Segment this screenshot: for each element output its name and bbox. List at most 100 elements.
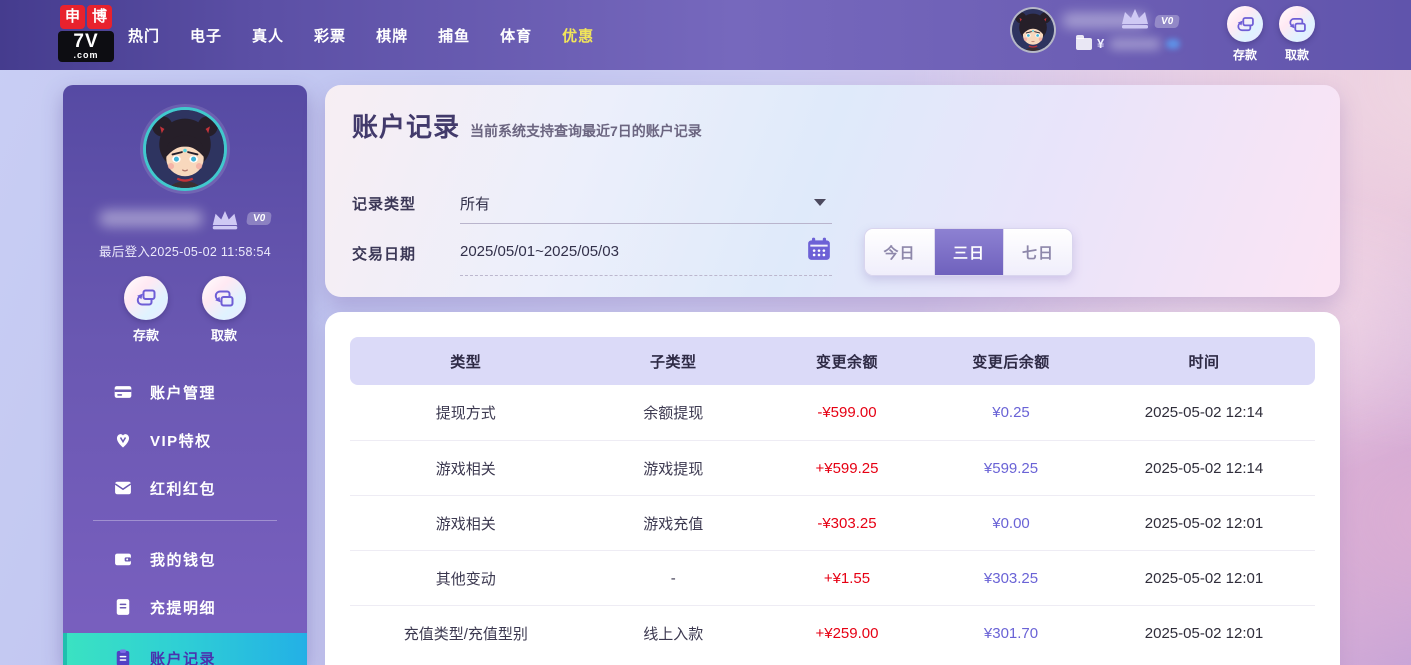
statement-icon [113, 597, 133, 617]
cell-subtype: 线上入款 [582, 623, 765, 644]
sidebar: V0 最后登入2025-05-02 11:58:54 存款 取款 账户管理 [63, 85, 307, 665]
logo-char-1: 申 [60, 5, 85, 29]
sidebar-item-account-management[interactable]: 账户管理 [63, 368, 307, 416]
cell-after: ¥599.25 [929, 460, 1093, 477]
cell-after: ¥303.25 [929, 570, 1093, 587]
nav-item-live[interactable]: 真人 [252, 25, 284, 46]
clipboard-icon [113, 648, 133, 665]
col-header-time: 时间 [1093, 351, 1315, 372]
cell-type: 提现方式 [350, 402, 582, 423]
refresh-balance-icon[interactable] [1166, 39, 1180, 49]
cell-type: 游戏相关 [350, 458, 582, 479]
deposit-button-label[interactable]: 存款 [1227, 46, 1263, 63]
blurred-balance [1109, 38, 1161, 50]
vip-level-badge: V0 [246, 212, 272, 225]
vip-crown-icon [209, 206, 241, 231]
table-row: 其他变动 - +¥1.55 ¥303.25 2025-05-02 12:01 [350, 550, 1315, 605]
cell-time: 2025-05-02 12:01 [1093, 515, 1315, 532]
date-range-underline [460, 275, 832, 276]
range-button-today[interactable]: 今日 [865, 229, 934, 275]
menu-divider [93, 520, 277, 521]
date-range-segmented-control: 今日 三日 七日 [864, 228, 1073, 276]
site-logo[interactable]: 申 博 7V .com [58, 5, 114, 62]
logo-com: .com [58, 51, 114, 60]
currency-symbol: ¥ [1097, 36, 1104, 51]
range-button-three-days[interactable]: 三日 [934, 229, 1003, 275]
cell-type: 其他变动 [350, 568, 582, 589]
blurred-username [99, 210, 203, 227]
cell-subtype: 游戏提现 [582, 458, 765, 479]
record-type-underline [460, 223, 832, 224]
record-type-label: 记录类型 [352, 193, 416, 214]
sidebar-item-bonus[interactable]: 红利红包 [63, 464, 307, 512]
sidebar-menu: 账户管理 VIP特权 红利红包 [63, 368, 307, 665]
bank-card-icon [113, 382, 133, 402]
sidebar-user-avatar[interactable] [143, 107, 227, 191]
table-header-row: 类型 子类型 变更余额 变更后余额 时间 [350, 337, 1315, 385]
withdraw-button[interactable] [1279, 6, 1315, 42]
sidebar-withdraw-button[interactable]: 取款 [202, 276, 246, 344]
nav-item-hot[interactable]: 热门 [128, 25, 160, 46]
table-row: 游戏相关 游戏充值 -¥303.25 ¥0.00 2025-05-02 12:0… [350, 495, 1315, 550]
nav-item-slots[interactable]: 电子 [190, 25, 222, 46]
table-row: 游戏相关 游戏提现 +¥599.25 ¥599.25 2025-05-02 12… [350, 440, 1315, 495]
col-header-change: 变更余额 [765, 351, 929, 372]
last-login-text: 最后登入2025-05-02 11:58:54 [63, 241, 307, 260]
sidebar-item-transaction-details[interactable]: 充提明细 [63, 583, 307, 631]
cell-type: 充值类型/充值型别 [350, 623, 582, 644]
cell-time: 2025-05-02 12:01 [1093, 625, 1315, 642]
nav-item-cards[interactable]: 棋牌 [376, 25, 408, 46]
vip-crown-icon [1118, 4, 1154, 32]
sidebar-item-account-records[interactable]: 账户记录 [63, 633, 307, 665]
date-range-input[interactable]: 2025/05/01~2025/05/03 [460, 243, 619, 260]
cell-change: +¥1.55 [765, 570, 929, 587]
top-navigation-bar: 申 博 7V .com 热门 电子 真人 彩票 棋牌 捕鱼 体育 优惠 V0 [0, 0, 1411, 70]
range-button-seven-days[interactable]: 七日 [1003, 229, 1072, 275]
logo-7v: 7V [58, 32, 114, 51]
cell-after: ¥0.25 [929, 404, 1093, 421]
sidebar-deposit-button[interactable]: 存款 [124, 276, 168, 344]
table-row: 充值类型/充值型别 线上入款 +¥259.00 ¥301.70 2025-05-… [350, 605, 1315, 660]
page: 申 博 7V .com 热门 电子 真人 彩票 棋牌 捕鱼 体育 优惠 V0 [0, 0, 1411, 665]
main-nav: 热门 电子 真人 彩票 棋牌 捕鱼 体育 优惠 [128, 0, 594, 70]
vip-gem-icon [113, 430, 133, 450]
wallet-icon [1076, 38, 1092, 50]
nav-item-promotions[interactable]: 优惠 [562, 25, 594, 46]
nav-item-sports[interactable]: 体育 [500, 25, 532, 46]
sidebar-item-wallet[interactable]: 我的钱包 [63, 535, 307, 583]
cell-change: +¥599.25 [765, 460, 929, 477]
nav-item-lottery[interactable]: 彩票 [314, 25, 346, 46]
chevron-down-icon[interactable] [814, 199, 826, 206]
cell-time: 2025-05-02 12:01 [1093, 570, 1315, 587]
wallet-balance-row[interactable]: ¥ [1076, 36, 1180, 51]
wallet-icon [113, 549, 133, 569]
cell-after: ¥301.70 [929, 625, 1093, 642]
sidebar-item-vip[interactable]: VIP特权 [63, 416, 307, 464]
records-table-card: 类型 子类型 变更余额 变更后余额 时间 提现方式 余额提现 -¥599.00 … [325, 312, 1340, 665]
vip-level-badge: V0 [1155, 11, 1179, 29]
date-range-label: 交易日期 [352, 243, 416, 264]
cell-subtype: 游戏充值 [582, 513, 765, 534]
deposit-button[interactable] [1227, 6, 1263, 42]
cell-change: -¥599.00 [765, 404, 929, 421]
cell-subtype: 余额提现 [582, 402, 765, 423]
col-header-type: 类型 [350, 351, 582, 372]
nav-item-fishing[interactable]: 捕鱼 [438, 25, 470, 46]
calendar-icon[interactable] [806, 236, 832, 262]
cell-after: ¥0.00 [929, 515, 1093, 532]
user-avatar[interactable] [1010, 7, 1056, 53]
cell-time: 2025-05-02 12:14 [1093, 460, 1315, 477]
cell-subtype: - [582, 570, 765, 587]
cell-time: 2025-05-02 12:14 [1093, 404, 1315, 421]
account-records-panel: 账户记录 当前系统支持查询最近7日的账户记录 记录类型 所有 交易日期 2025… [325, 85, 1340, 297]
cell-type: 游戏相关 [350, 513, 582, 534]
record-type-select[interactable]: 所有 [460, 193, 490, 214]
page-subtitle: 当前系统支持查询最近7日的账户记录 [470, 121, 702, 141]
col-header-subtype: 子类型 [582, 351, 765, 372]
logo-char-2: 博 [87, 5, 112, 29]
red-envelope-icon [113, 478, 133, 498]
withdraw-button-label[interactable]: 取款 [1279, 46, 1315, 63]
cell-change: +¥259.00 [765, 625, 929, 642]
col-header-after: 变更后余额 [929, 351, 1093, 372]
cell-change: -¥303.25 [765, 515, 929, 532]
